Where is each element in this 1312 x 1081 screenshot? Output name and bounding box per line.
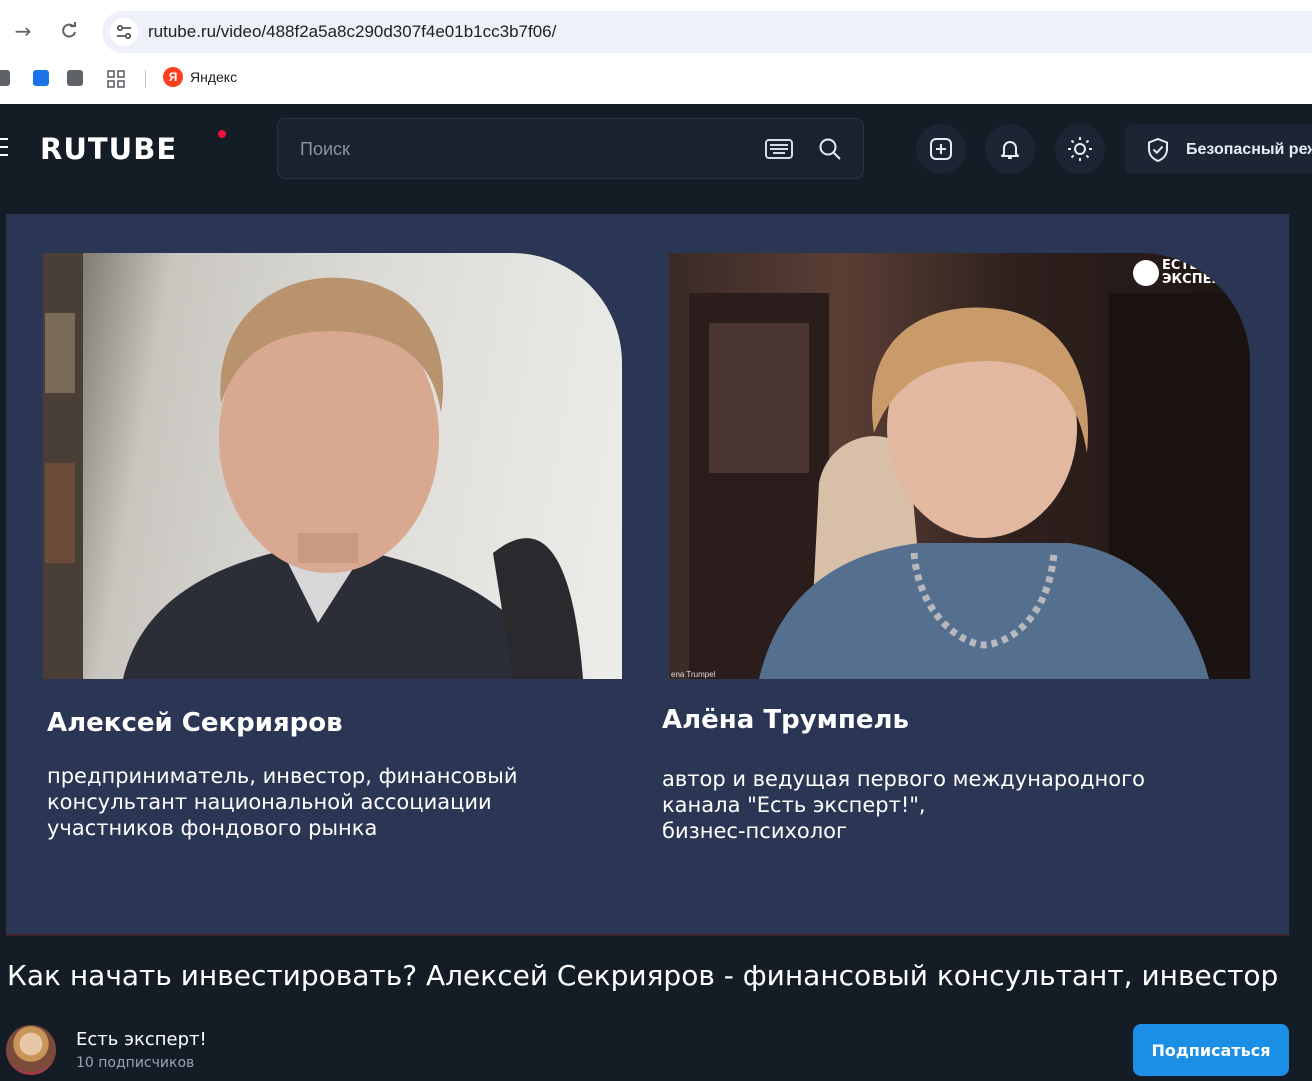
left-speaker-silhouette <box>43 253 583 679</box>
subscriber-count: 10 подписчиков <box>76 1055 195 1071</box>
video-title: Как начать инвестировать? Алексей Секрия… <box>7 959 1279 992</box>
bookmark-separator <box>145 70 146 88</box>
search-icon[interactable] <box>818 137 842 161</box>
description-line: консультант национальной ассоциации <box>47 790 492 814</box>
search-box[interactable]: Поиск <box>277 118 864 179</box>
bookmark-label: Яндекс <box>190 69 238 85</box>
reload-icon[interactable] <box>54 16 84 46</box>
safe-mode-button[interactable]: Безопасный реж <box>1125 124 1312 174</box>
site-header: RUTUBE Поиск Безопасный реж <box>0 104 1312 194</box>
subscribe-button[interactable]: Подписаться <box>1133 1024 1289 1076</box>
search-input[interactable]: Поиск <box>300 139 350 160</box>
description-line: предприниматель, инвестор, финансовый <box>47 764 518 788</box>
bookmark-icon[interactable] <box>0 70 10 86</box>
notifications-button[interactable] <box>985 124 1035 174</box>
right-speaker-video: ЕСТЬ ЭКСПЕРТ! ena Trumpel <box>669 253 1250 679</box>
sun-icon <box>1068 137 1092 161</box>
right-speaker-description: автор и ведущая первого международного к… <box>662 766 1145 844</box>
description-line: бизнес-психолог <box>662 819 848 843</box>
bookmark-icon[interactable] <box>67 70 83 86</box>
rutube-logo[interactable]: RUTUBE <box>40 132 177 166</box>
watermark-line-1: ЕСТЬ <box>1162 258 1200 273</box>
theme-toggle-button[interactable] <box>1055 124 1105 174</box>
bookmark-yandex[interactable]: Я Яндекс <box>163 67 237 87</box>
channel-name[interactable]: Есть эксперт! <box>76 1029 207 1050</box>
address-bar[interactable]: rutube.ru/video/488f2a5a8c290d307f4e01b1… <box>102 11 1312 53</box>
yandex-icon: Я <box>163 67 183 87</box>
left-speaker-description: предприниматель, инвестор, финансовый ко… <box>47 763 518 841</box>
browser-toolbar: → rutube.ru/video/488f2a5a8c290d307f4e01… <box>0 0 1312 104</box>
watermark-circle <box>1133 260 1159 286</box>
forward-icon[interactable]: → <box>8 16 38 46</box>
left-speaker-video <box>43 253 622 679</box>
site-settings-icon[interactable] <box>110 18 138 46</box>
channel-avatar[interactable] <box>6 1025 56 1075</box>
logo-dot <box>218 130 226 138</box>
bookmark-icon[interactable] <box>33 70 49 86</box>
safe-mode-label: Безопасный реж <box>1186 141 1312 158</box>
url-text[interactable]: rutube.ru/video/488f2a5a8c290d307f4e01b1… <box>148 22 556 42</box>
apps-grid-icon[interactable] <box>107 70 125 92</box>
progress-bar[interactable] <box>6 934 1289 936</box>
video-player[interactable]: ЕСТЬ ЭКСПЕРТ! ena Trumpel Алексей Секрия… <box>6 214 1289 934</box>
upload-button[interactable] <box>916 124 966 174</box>
menu-icon[interactable] <box>0 138 8 140</box>
left-speaker-name: Алексей Секрияров <box>47 708 343 738</box>
bell-icon <box>1001 141 1019 159</box>
right-speaker-silhouette <box>689 293 1250 679</box>
right-speaker-name: Алёна Трумпель <box>662 705 909 735</box>
participant-caption: ena Trumpel <box>671 670 716 679</box>
add-video-icon <box>930 138 952 160</box>
shield-icon <box>1148 137 1168 163</box>
description-line: канала "Есть эксперт!", <box>662 793 926 817</box>
description-line: участников фондового рынка <box>47 816 378 840</box>
bookmarks-bar: Я Яндекс <box>0 62 1312 94</box>
description-line: автор и ведущая первого международного <box>662 767 1145 791</box>
channel-watermark: ЕСТЬ ЭКСПЕРТ! <box>1133 259 1236 287</box>
keyboard-icon[interactable] <box>765 139 793 159</box>
watermark-line-2: ЭКСПЕРТ! <box>1162 272 1236 287</box>
